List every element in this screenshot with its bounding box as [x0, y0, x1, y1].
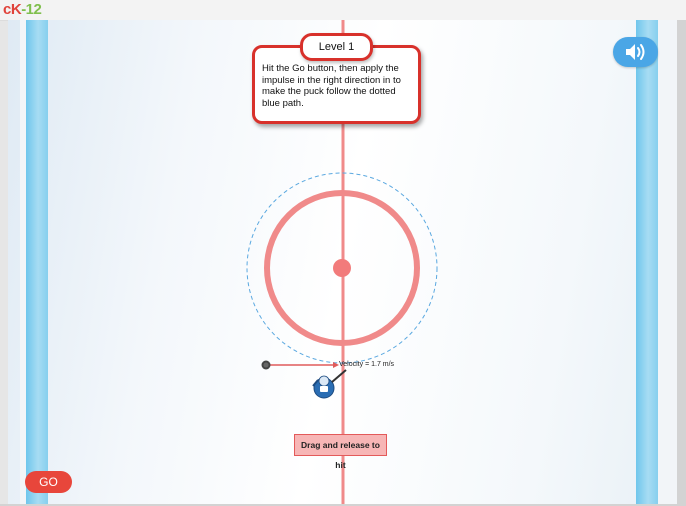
- puck-icon[interactable]: [261, 360, 271, 370]
- sound-button[interactable]: [613, 37, 658, 67]
- center-dot: [333, 259, 351, 277]
- velocity-readout: Velocity = 1.7 m/s: [339, 361, 395, 368]
- rink-stage: Velocity = 1.7 m/s Hit the Go button, th…: [8, 20, 677, 504]
- go-button[interactable]: GO: [25, 471, 72, 493]
- hockey-player-icon: [312, 369, 347, 399]
- ck12-logo: cK-12: [3, 1, 42, 19]
- right-frame: [677, 20, 686, 506]
- drag-hint: Drag and release to hit: [294, 434, 387, 470]
- top-bar: cK-12: [0, 0, 686, 21]
- speaker-volume-icon: [626, 44, 645, 60]
- level-label: Level 1: [300, 33, 373, 61]
- instruction-text: Hit the Go button, then apply the impuls…: [262, 63, 401, 109]
- logo-suffix: -12: [21, 1, 42, 18]
- logo-prefix: cK: [3, 1, 22, 18]
